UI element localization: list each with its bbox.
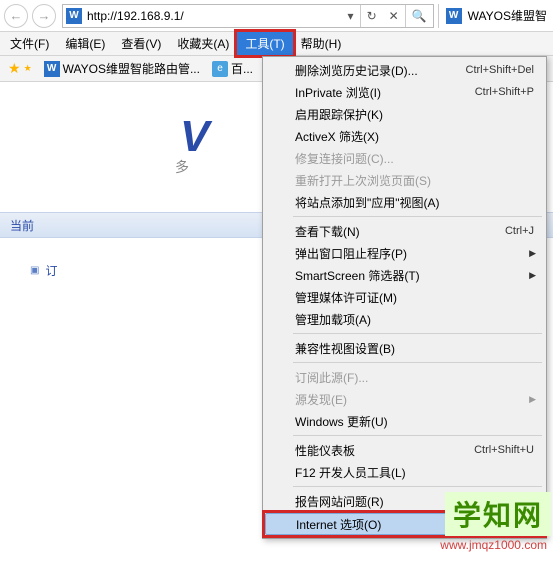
menu-windows-update[interactable]: Windows 更新(U) xyxy=(265,410,544,432)
menu-separator xyxy=(293,435,542,436)
menu-view[interactable]: 查看(V) xyxy=(113,32,169,55)
menu-fix-connection: 修复连接问题(C)... xyxy=(265,147,544,169)
add-favorite-button[interactable]: ★ ★ xyxy=(4,58,36,79)
menu-inprivate[interactable]: InPrivate 浏览(I) Ctrl+Shift+P xyxy=(265,81,544,103)
brand-logo: V xyxy=(180,112,209,162)
menu-bar: 文件(F) 编辑(E) 查看(V) 收藏夹(A) 工具(T) 帮助(H) xyxy=(0,32,553,56)
menu-view-downloads[interactable]: 查看下载(N) Ctrl+J xyxy=(265,220,544,242)
watermark-url: www.jmqz1000.com xyxy=(440,538,551,552)
page-tab-label: 当前 xyxy=(10,217,34,234)
menu-separator xyxy=(293,362,542,363)
stop-icon[interactable]: ✕ xyxy=(383,9,405,23)
menu-tracking-protection[interactable]: 启用跟踪保护(K) xyxy=(265,103,544,125)
menu-f12-devtools[interactable]: F12 开发人员工具(L) xyxy=(265,461,544,483)
refresh-icon[interactable]: ↻ xyxy=(361,9,383,23)
url-text[interactable]: http://192.168.9.1/ xyxy=(85,9,342,23)
menu-file[interactable]: 文件(F) xyxy=(2,32,57,55)
tab-site-icon: W xyxy=(446,8,462,24)
favorite-icon: e xyxy=(212,61,228,77)
menu-manage-addons[interactable]: 管理加载项(A) xyxy=(265,308,544,330)
watermark: 学知网 www.jmqz1000.com xyxy=(440,492,551,552)
menu-feed-discovery: 源发现(E) ▶ xyxy=(265,388,544,410)
panel-item[interactable]: ▣ 订 xyxy=(30,257,230,283)
menu-activex-filter[interactable]: ActiveX 筛选(X) xyxy=(265,125,544,147)
menu-separator xyxy=(293,486,542,487)
search-icon[interactable]: 🔍 xyxy=(406,9,433,23)
menu-favorites[interactable]: 收藏夹(A) xyxy=(169,32,237,55)
menu-add-to-apps[interactable]: 将站点添加到"应用"视图(A) xyxy=(265,191,544,213)
menu-edit[interactable]: 编辑(E) xyxy=(57,32,113,55)
brand-tagline: 多 xyxy=(175,157,189,177)
forward-button[interactable]: → xyxy=(32,4,56,28)
submenu-arrow-icon: ▶ xyxy=(529,270,544,281)
favorite-item-baidu[interactable]: e 百... xyxy=(208,58,257,79)
star-small-icon: ★ xyxy=(24,63,32,74)
panel-item-label: 订 xyxy=(45,262,57,279)
window-tab[interactable]: W WAYOS维盟智 xyxy=(438,4,551,28)
favorite-label: WAYOS维盟智能路由管... xyxy=(63,60,200,77)
submenu-arrow-icon: ▶ xyxy=(529,248,544,259)
menu-help[interactable]: 帮助(H) xyxy=(293,32,350,55)
menu-separator xyxy=(293,333,542,334)
watermark-text: 学知网 xyxy=(445,492,551,536)
submenu-arrow-icon: ▶ xyxy=(529,394,544,405)
back-button[interactable]: ← xyxy=(4,4,28,28)
menu-popup-blocker[interactable]: 弹出窗口阻止程序(P) ▶ xyxy=(265,242,544,264)
url-dropdown-icon[interactable]: ▾ xyxy=(342,9,360,23)
menu-delete-history[interactable]: 删除浏览历史记录(D)... Ctrl+Shift+Del xyxy=(265,59,544,81)
menu-subscribe-feed: 订阅此源(F)... xyxy=(265,366,544,388)
tab-title-text: WAYOS维盟智 xyxy=(468,7,547,24)
favorite-icon: W xyxy=(44,61,60,77)
navigation-bar: ← → W http://192.168.9.1/ ▾ ↻ ✕ 🔍 W WAYO… xyxy=(0,0,553,32)
menu-separator xyxy=(293,216,542,217)
menu-reopen-last: 重新打开上次浏览页面(S) xyxy=(265,169,544,191)
tools-dropdown-menu: 删除浏览历史记录(D)... Ctrl+Shift+Del InPrivate … xyxy=(262,56,547,539)
page-side-panel: ▣ 订 xyxy=(30,257,230,283)
menu-smartscreen[interactable]: SmartScreen 筛选器(T) ▶ xyxy=(265,264,544,286)
tools-highlight-box: 工具(T) xyxy=(237,32,292,55)
menu-media-license[interactable]: 管理媒体许可证(M) xyxy=(265,286,544,308)
menu-compatibility-view[interactable]: 兼容性视图设置(B) xyxy=(265,337,544,359)
favorite-item-wayos[interactable]: W WAYOS维盟智能路由管... xyxy=(40,58,204,79)
address-bar[interactable]: W http://192.168.9.1/ ▾ ↻ ✕ 🔍 xyxy=(62,4,434,28)
star-icon: ★ xyxy=(8,60,21,77)
site-icon: W xyxy=(66,8,82,24)
menu-tools[interactable]: 工具(T) xyxy=(237,32,292,55)
square-bullet-icon: ▣ xyxy=(30,265,39,276)
menu-performance-dashboard[interactable]: 性能仪表板 Ctrl+Shift+U xyxy=(265,439,544,461)
favorite-label: 百... xyxy=(231,60,253,77)
